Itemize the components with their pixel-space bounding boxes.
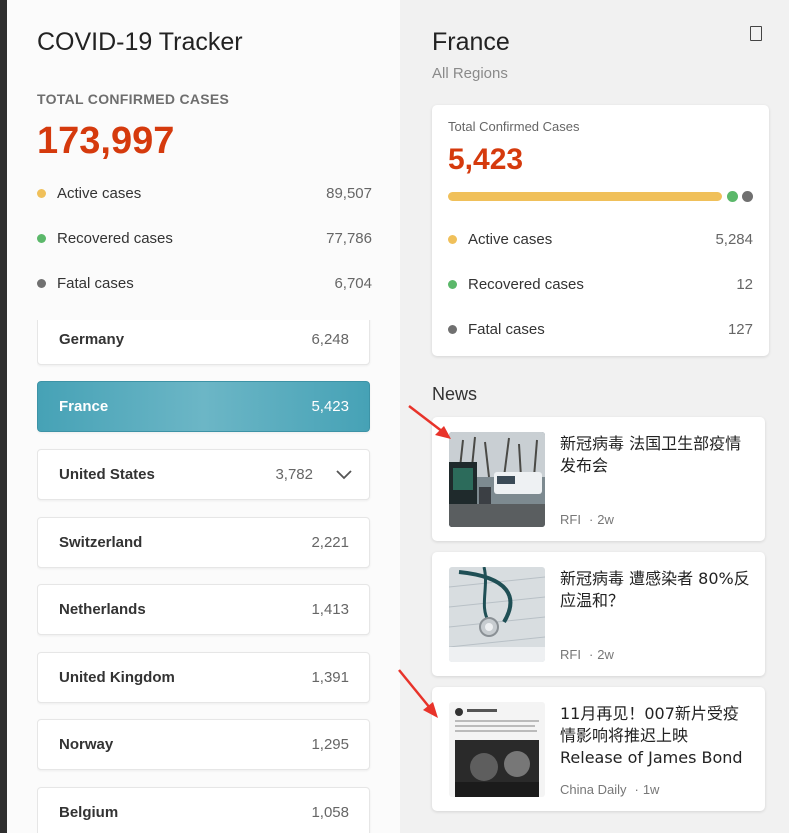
total-confirmed-value: 173,997: [37, 120, 175, 162]
recovered-label: Recovered cases: [468, 276, 584, 293]
active-value: 5,284: [715, 231, 753, 248]
active-label: Active cases: [468, 231, 553, 248]
active-progress-bar: [448, 192, 722, 201]
news-thumbnail: [449, 702, 545, 797]
news-item[interactable]: 11月再见！007新片受疫情影响将推迟上映 Release of James B…: [432, 687, 765, 811]
country-name: Switzerland: [59, 534, 143, 551]
country-item-belgium[interactable]: Belgium 1,058: [37, 787, 370, 833]
country-cases: 1,391: [311, 669, 349, 686]
active-dot-icon: [448, 235, 457, 244]
active-cases-row: Active cases 5,284: [448, 230, 753, 250]
annotation-arrow-icon: [408, 405, 451, 439]
fatal-dot-icon: [448, 325, 457, 334]
country-name: Germany: [59, 331, 125, 348]
app-title: COVID-19 Tracker: [37, 28, 243, 56]
country-cases: 5,423: [311, 398, 349, 415]
news-thumbnail: [449, 432, 545, 527]
pane-toggle-icon[interactable]: [750, 26, 762, 41]
summary-card: Total Confirmed Cases 5,423 Active cases…: [432, 105, 769, 356]
fatal-progress-dot: [742, 191, 753, 202]
country-cases: 6,248: [311, 331, 349, 348]
meta-separator: ·: [588, 647, 594, 662]
country-item-france[interactable]: France 5,423: [37, 381, 370, 432]
annotation-arrow-icon: [398, 669, 438, 718]
country-name: Netherlands: [59, 601, 146, 618]
news-age: 2w: [597, 512, 614, 527]
news-title: 11月再见！007新片受疫情影响将推迟上映 Release of James B…: [560, 704, 743, 767]
country-item-netherlands[interactable]: Netherlands 1,413: [37, 584, 370, 635]
news-source: RFI: [560, 647, 581, 662]
country-item-switzerland[interactable]: Switzerland 2,221: [37, 517, 370, 568]
fatal-label: Fatal cases: [57, 275, 134, 292]
country-item-germany[interactable]: Germany 6,248: [37, 320, 370, 365]
fatal-value: 6,704: [334, 275, 372, 292]
active-cases-row: Active cases 89,507: [37, 184, 372, 204]
country-name: United States: [59, 466, 155, 483]
news-item[interactable]: 新冠病毒 遭感染者 80%反应温和？ RFI · 2w: [432, 552, 765, 676]
news-title: 新冠病毒 遭感染者 80%反应温和？: [560, 569, 750, 610]
news-meta: RFI · 2w: [560, 647, 614, 662]
fatal-cases-row: Fatal cases 6,704: [37, 274, 372, 294]
country-item-united-states[interactable]: United States 3,782: [37, 449, 370, 500]
recovered-progress-dot: [727, 191, 738, 202]
news-source: China Daily: [560, 782, 627, 797]
country-cases: 1,413: [311, 601, 349, 618]
country-name: United Kingdom: [59, 669, 175, 686]
recovered-value: 12: [736, 276, 753, 293]
news-source: RFI: [560, 512, 581, 527]
country-item-norway[interactable]: Norway 1,295: [37, 719, 370, 770]
active-label: Active cases: [57, 185, 142, 202]
meta-separator: ·: [634, 782, 639, 797]
card-total-value: 5,423: [448, 143, 524, 176]
country-list[interactable]: Germany 6,248 France 5,423 United States…: [37, 320, 377, 833]
detail-panel: France All Regions Total Confirmed Cases…: [400, 0, 789, 833]
recovered-dot-icon: [448, 280, 457, 289]
card-total-label: Total Confirmed Cases: [448, 119, 580, 134]
recovered-cases-row: Recovered cases 12: [448, 275, 753, 295]
news-thumbnail: [449, 567, 545, 662]
country-cases: 1,058: [311, 804, 349, 821]
recovered-label: Recovered cases: [57, 230, 173, 247]
global-panel: COVID-19 Tracker TOTAL CONFIRMED CASES 1…: [7, 0, 400, 833]
news-title: 新冠病毒 法国卫生部疫情发布会: [560, 434, 742, 475]
recovered-cases-row: Recovered cases 77,786: [37, 229, 372, 249]
recovered-value: 77,786: [326, 230, 372, 247]
total-confirmed-label: TOTAL CONFIRMED CASES: [37, 91, 230, 107]
fatal-label: Fatal cases: [468, 321, 545, 338]
fatal-value: 127: [727, 321, 753, 338]
recovered-dot-icon: [37, 234, 46, 243]
news-meta: China Daily · 1w: [560, 782, 659, 797]
news-meta: RFI · 2w: [560, 512, 614, 527]
news-age: 2w: [597, 647, 614, 662]
news-age: 1w: [642, 782, 660, 797]
active-dot-icon: [37, 189, 46, 198]
meta-separator: ·: [588, 512, 594, 527]
region-subtitle: All Regions: [432, 65, 508, 82]
fatal-cases-row: Fatal cases 127: [448, 320, 753, 340]
country-name: Norway: [59, 736, 114, 753]
country-name: Belgium: [59, 804, 119, 821]
active-value: 89,507: [326, 185, 372, 202]
country-cases: 1,295: [311, 736, 349, 753]
country-cases: 2,221: [311, 534, 349, 551]
region-title: France: [432, 28, 510, 56]
chevron-down-icon[interactable]: [335, 465, 353, 483]
fatal-dot-icon: [37, 279, 46, 288]
news-item[interactable]: 新冠病毒 法国卫生部疫情发布会 RFI · 2w: [432, 417, 765, 541]
country-cases: 3,782: [275, 466, 313, 483]
window-edge: [0, 0, 7, 833]
country-name: France: [59, 398, 109, 415]
country-item-united-kingdom[interactable]: United Kingdom 1,391: [37, 652, 370, 703]
